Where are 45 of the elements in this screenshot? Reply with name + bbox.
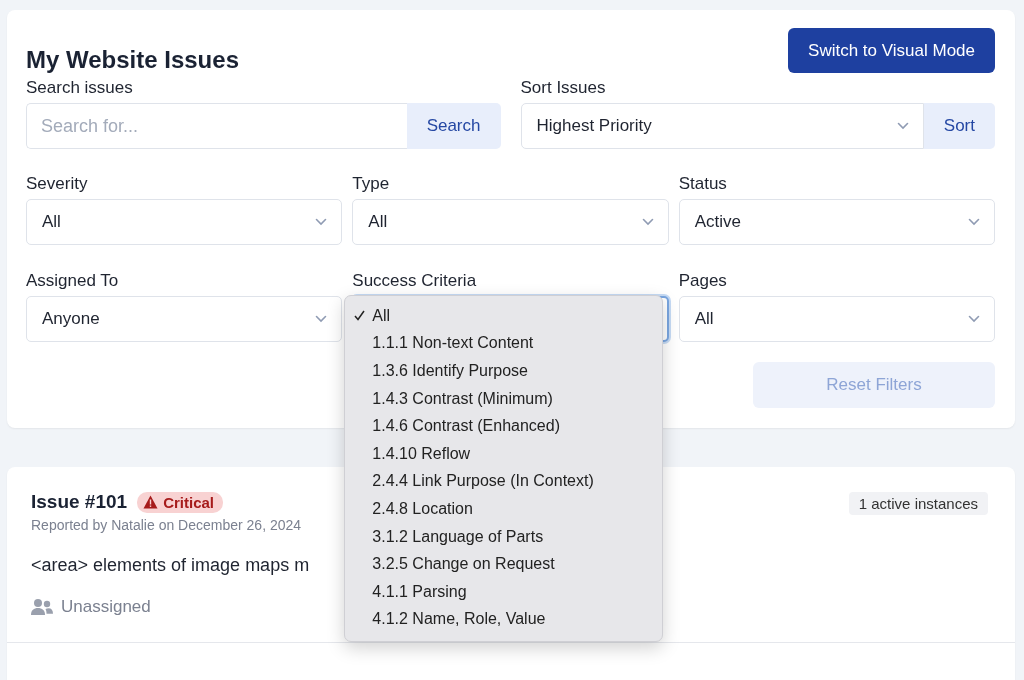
field-label: Sort Issues [520,78,607,98]
search-button[interactable]: Search [406,103,501,149]
menu-item[interactable]: 1.4.10 Reflow [345,439,663,468]
menu-item[interactable]: 1.4.6 Contrast (Enhanced) [345,412,663,440]
assignee-text: Unassigned [61,597,151,617]
field-label: Assigned To [26,271,120,291]
reported-by-text: Reported by Natalie on December 26, 2024 [31,517,302,533]
field-label: Status [678,174,728,194]
filter-select[interactable]: Anyone [26,296,343,342]
menu-item[interactable]: All [345,302,663,330]
menu-item[interactable]: 4.1.2 Name, Role, Value [345,605,663,634]
users-icon [31,598,53,616]
issue-title: Issue #101 [31,491,128,513]
field-label: Type [352,174,391,194]
sort-select[interactable]: Highest Priority [520,103,924,149]
field-label: Pages [678,271,728,291]
menu-item[interactable]: 1.1.1 Non-text Content [345,329,663,358]
field-label: Success Criteria [352,271,478,291]
menu-item[interactable]: 1.4.3 Contrast (Minimum) [345,384,663,413]
search-field[interactable]: Search for... [26,103,407,149]
menu-item[interactable]: 3.2.5 Change on Request [345,550,663,578]
visual-mode-button[interactable]: Switch to Visual Mode [788,28,995,73]
chevron-down-icon [315,218,328,226]
chevron-down-icon [968,315,980,323]
chevron-down-icon [641,218,654,226]
warning-icon [143,495,159,509]
filter-select[interactable]: All [352,199,669,245]
issue-description: <area> elements of image maps m [31,555,310,576]
field-label: Search issues [26,78,134,98]
sort-button[interactable]: Sort [923,103,995,149]
chevron-down-icon [896,122,909,130]
menu-item[interactable]: 4.1.1 Parsing [345,577,663,606]
instances-count: 1 active instances [848,492,988,515]
field-label: Severity [26,174,89,194]
chevron-down-icon [315,315,328,323]
menu-item[interactable]: 2.4.8 Location [345,495,663,523]
filter-select[interactable]: All [678,296,995,342]
chevron-down-icon [968,218,980,226]
menu-item[interactable]: 2.4.4 Link Purpose (In Context) [345,467,663,496]
filter-select[interactable]: Active [678,199,995,245]
menu-item[interactable]: 3.1.2 Language of Parts [345,522,663,551]
severity-badge: Critical [137,491,223,513]
menu-item[interactable]: 1.3.6 Identify Purpose [345,357,663,385]
page-title: My Website Issues [26,46,239,74]
filter-select[interactable]: All [26,199,343,245]
